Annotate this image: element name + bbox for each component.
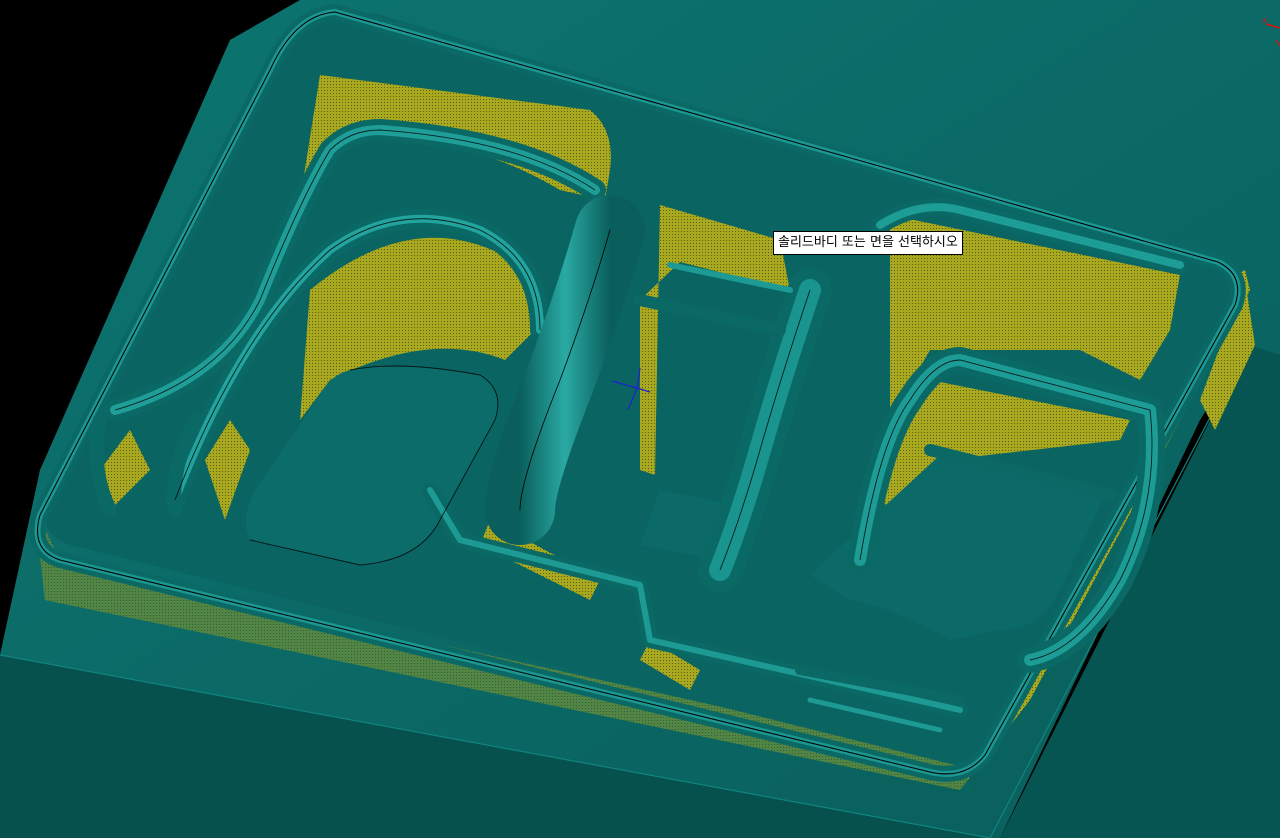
- cad-3d-viewport[interactable]: [0, 0, 1280, 838]
- selection-prompt-tooltip: 솔리드바디 또는 면을 선택하시오: [773, 231, 963, 255]
- selection-prompt-text: 솔리드바디 또는 면을 선택하시오: [778, 235, 958, 250]
- axis-x-label: x: [1262, 16, 1268, 26]
